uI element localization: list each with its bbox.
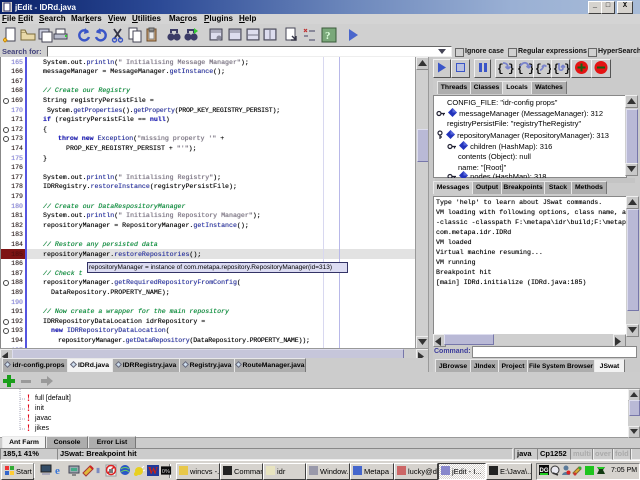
svg-text:e: e — [55, 465, 60, 477]
svg-text:}: } — [564, 64, 571, 76]
svg-text:0%: 0% — [162, 469, 170, 475]
svg-text:{: { — [497, 64, 504, 76]
svg-text:W: W — [148, 466, 158, 477]
svg-text:?: ? — [325, 30, 331, 42]
